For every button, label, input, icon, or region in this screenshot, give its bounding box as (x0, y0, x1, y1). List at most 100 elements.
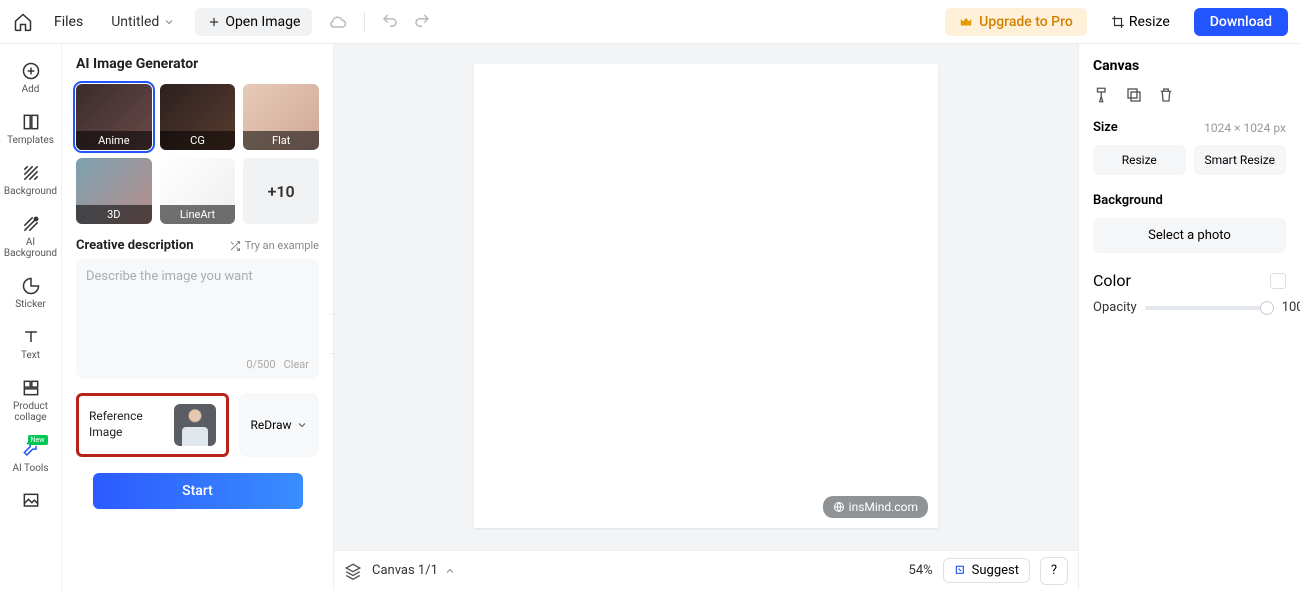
size-value: 1024 × 1024 px (1204, 121, 1286, 135)
trash-icon[interactable] (1157, 86, 1175, 104)
size-label: Size (1093, 120, 1118, 135)
style-tile-lineart[interactable]: LineArt (160, 158, 236, 224)
globe-icon (833, 501, 845, 513)
style-grid: Anime CG Flat 3D LineArt +10 (76, 84, 319, 224)
left-rail: Add Templates Background AI Background S… (0, 44, 62, 590)
topbar: Files Untitled Open Image Upgrade to Pro… (0, 0, 1300, 44)
rail-sticker[interactable]: Sticker (3, 269, 59, 316)
rail-templates-label: Templates (7, 135, 54, 146)
background-icon (20, 162, 42, 184)
watermark: insMind.com (823, 496, 928, 518)
resize-label: Resize (1129, 14, 1170, 30)
style-tile-anime[interactable]: Anime (76, 84, 152, 150)
description-box: 0/500 Clear (76, 259, 319, 379)
tile-label: Flat (243, 131, 319, 150)
text-icon (20, 326, 42, 348)
rail-ai-tools-label: AI Tools (12, 463, 48, 474)
color-label: Color (1093, 271, 1131, 290)
select-photo-button[interactable]: Select a photo (1093, 218, 1286, 253)
document-title[interactable]: Untitled (103, 10, 183, 34)
rail-ai-tools[interactable]: New AI Tools (3, 433, 59, 480)
upgrade-button[interactable]: Upgrade to Pro (945, 8, 1087, 36)
char-counter: 0/500 (246, 358, 275, 371)
color-swatch[interactable] (1270, 273, 1286, 289)
ai-generator-panel: AI Image Generator Anime CG Flat 3D Line… (62, 44, 334, 590)
props-title: Canvas (1093, 58, 1286, 74)
start-button[interactable]: Start (93, 473, 303, 509)
opacity-value: 100 (1282, 300, 1300, 315)
opacity-label: Opacity (1093, 300, 1137, 315)
tile-label: CG (160, 131, 236, 150)
bottom-bar: Canvas 1/1 54% Suggest ? (334, 550, 1078, 590)
resize-button[interactable]: Resize (1099, 8, 1182, 36)
rail-text[interactable]: Text (3, 320, 59, 367)
props-resize-button[interactable]: Resize (1093, 145, 1186, 175)
canvas[interactable]: insMind.com (474, 64, 938, 528)
suggest-button[interactable]: Suggest (943, 558, 1030, 583)
background-section-title: Background (1093, 193, 1286, 208)
open-image-label: Open Image (225, 14, 300, 30)
rail-templates[interactable]: Templates (3, 105, 59, 152)
zoom-level[interactable]: 54% (909, 563, 933, 578)
creative-desc-title: Creative description (76, 238, 193, 253)
panel-title: AI Image Generator (76, 56, 319, 72)
description-input[interactable] (86, 269, 309, 339)
image-icon (20, 490, 42, 512)
style-tile-3d[interactable]: 3D (76, 158, 152, 224)
reference-image-box[interactable]: Reference Image (76, 393, 229, 457)
try-example-button[interactable]: Try an example (229, 239, 319, 252)
rail-add-label: Add (22, 84, 40, 95)
rail-background-label: Background (4, 186, 57, 197)
reference-label: Reference Image (89, 409, 143, 440)
style-tile-cg[interactable]: CG (160, 84, 236, 150)
templates-icon (20, 111, 42, 133)
canvas-info[interactable]: Canvas 1/1 (372, 563, 456, 578)
tile-label: 3D (76, 205, 152, 224)
redraw-label: ReDraw (250, 418, 291, 432)
style-tile-flat[interactable]: Flat (243, 84, 319, 150)
sticker-icon (20, 275, 42, 297)
rail-ai-background-label: AI Background (4, 237, 57, 259)
redraw-button[interactable]: ReDraw (239, 393, 319, 457)
chevron-down-icon (296, 419, 308, 431)
rail-add[interactable]: Add (3, 54, 59, 101)
rail-product-collage-label: Product collage (13, 401, 48, 423)
ai-background-icon (20, 213, 42, 235)
rail-background[interactable]: Background (3, 156, 59, 203)
upgrade-label: Upgrade to Pro (979, 14, 1073, 30)
help-button[interactable]: ? (1040, 557, 1068, 585)
canvas-info-text: Canvas 1/1 (372, 563, 438, 578)
suggest-label: Suggest (972, 563, 1019, 578)
undo-button[interactable] (381, 12, 401, 32)
rail-product-collage[interactable]: Product collage (3, 371, 59, 429)
smart-resize-button[interactable]: Smart Resize (1194, 145, 1287, 175)
layers-icon[interactable] (344, 562, 362, 580)
plus-icon (207, 15, 221, 29)
ai-tools-icon: New (20, 439, 42, 461)
redo-button[interactable] (413, 12, 433, 32)
style-tile-more[interactable]: +10 (243, 158, 319, 224)
properties-panel: Canvas Size 1024 × 1024 px Resize Smart … (1078, 44, 1300, 590)
rail-text-label: Text (21, 350, 40, 361)
separator (364, 12, 365, 32)
open-image-button[interactable]: Open Image (195, 8, 312, 36)
opacity-slider[interactable] (1145, 306, 1274, 310)
rail-more[interactable] (3, 484, 59, 518)
home-icon[interactable] (12, 11, 34, 33)
clear-button[interactable]: Clear (284, 358, 309, 371)
files-menu[interactable]: Files (46, 10, 91, 34)
edit-suggest-icon (954, 564, 968, 578)
canvas-area: insMind.com Canvas 1/1 54% Suggest ? (334, 44, 1078, 590)
rail-ai-background[interactable]: AI Background (3, 207, 59, 265)
cloud-sync-icon[interactable] (328, 12, 348, 32)
crop-icon (1111, 15, 1125, 29)
watermark-text: insMind.com (849, 500, 918, 514)
paint-format-icon[interactable] (1093, 86, 1111, 104)
chevron-up-icon (444, 565, 456, 577)
tile-label: LineArt (160, 205, 236, 224)
collage-icon (20, 377, 42, 399)
tile-label: Anime (76, 131, 152, 150)
duplicate-icon[interactable] (1125, 86, 1143, 104)
plus-circle-icon (20, 60, 42, 82)
download-button[interactable]: Download (1194, 8, 1288, 36)
